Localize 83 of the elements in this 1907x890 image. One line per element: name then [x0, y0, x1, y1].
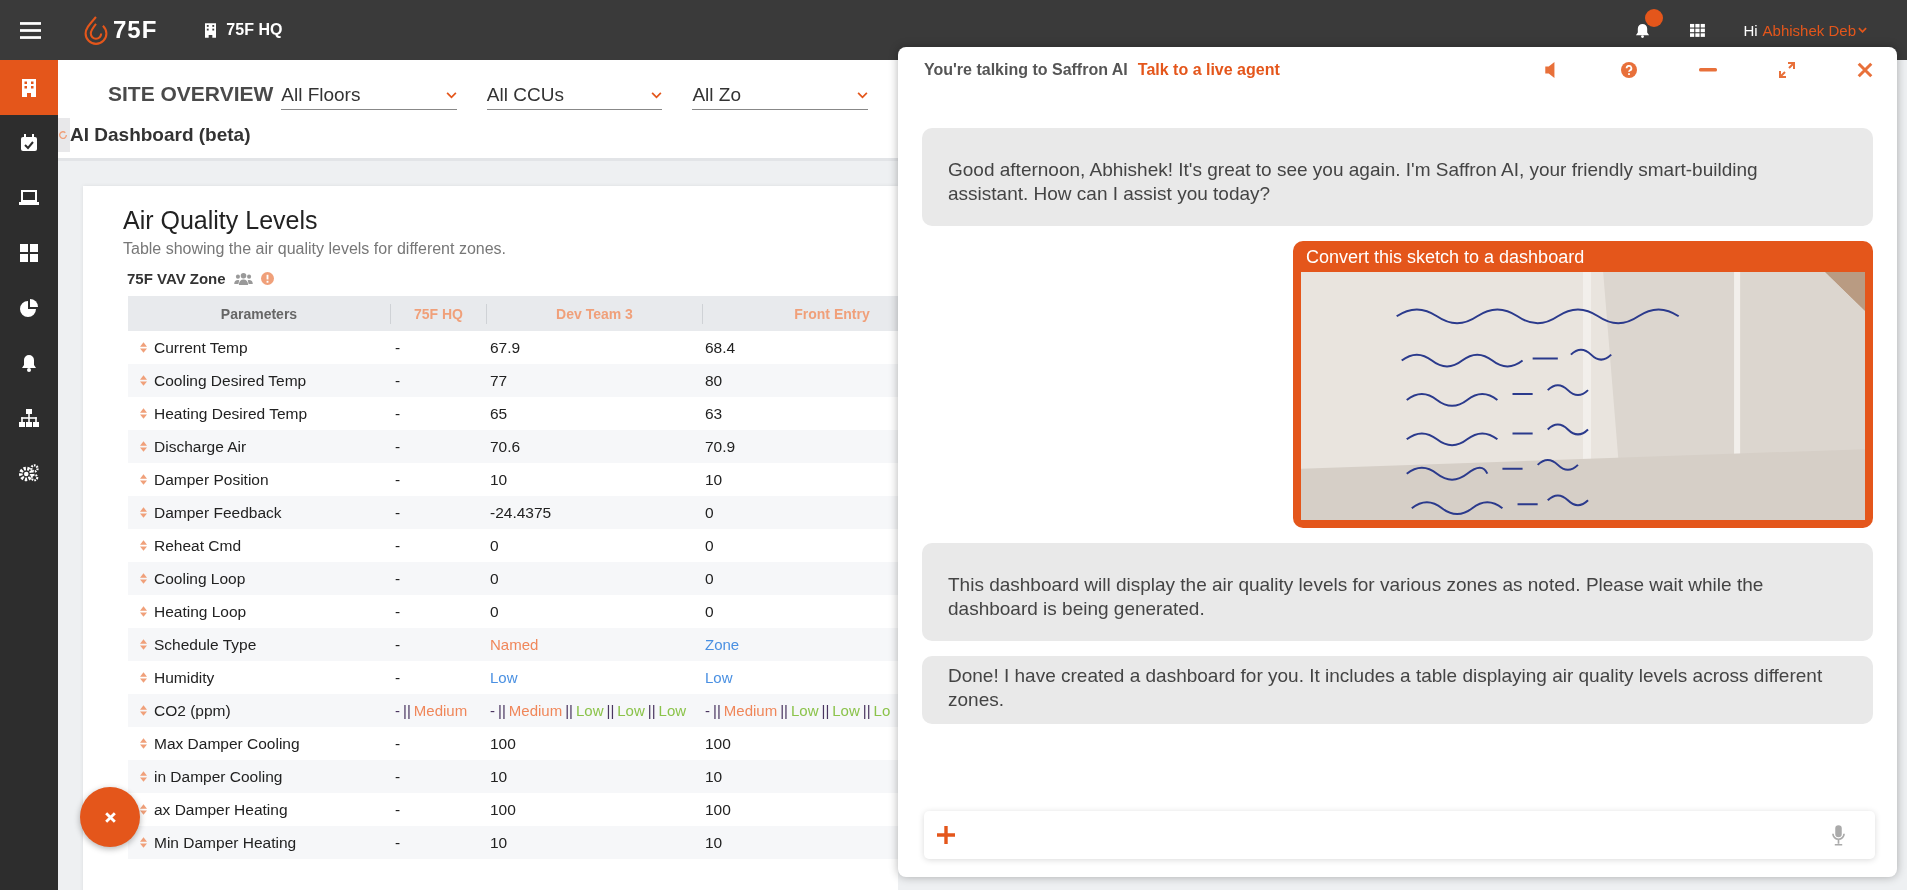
table-cell: Named — [490, 636, 539, 653]
table-cell: 0 — [490, 569, 499, 588]
table-cell: - || Medium || Low || Low || Lo — [705, 702, 891, 719]
table-cell: Zone — [705, 636, 740, 653]
table-cell: 0 — [705, 536, 714, 555]
parameter-name: Reheat Cmd — [154, 536, 241, 555]
assistant-message: Good afternoon, Abhishek! It's great to see you again. I'm Saffron AI, your friendly smart-building assistant. How can I assist you today? — [922, 128, 1873, 226]
table-cell: 0 — [490, 602, 499, 621]
filter-dropdown[interactable]: All Floors — [281, 84, 457, 110]
table-cell: 10 — [490, 833, 508, 852]
parameter-name: Damper Feedback — [154, 503, 282, 522]
table-cell: Low — [705, 669, 733, 686]
table-cell: - — [395, 536, 401, 555]
table-cell: 100 — [490, 800, 516, 819]
assistant-message: This dashboard will display the air quality levels for various zones as noted. Please wait while the dashboard is being generated. — [922, 543, 1873, 641]
table-cell: - — [395, 602, 401, 621]
filter-dropdown[interactable]: All CCUs — [486, 84, 663, 110]
table-cell: 10 — [705, 767, 723, 786]
table-cell: - || Medium || Low || Low || Low — [490, 702, 687, 719]
table-cell: 63 — [705, 404, 723, 423]
site-name[interactable]: 75F HQ — [226, 21, 283, 39]
parameter-name: Damper Position — [154, 470, 269, 489]
table-cell: - — [395, 668, 401, 687]
table-cell: 67.9 — [490, 338, 521, 357]
dashboard-title: AI Dashboard (beta) — [70, 124, 251, 146]
brand-logo-text: 75F — [113, 16, 158, 44]
table-cell: 65 — [490, 404, 508, 423]
table-cell: - — [395, 734, 401, 753]
table-cell: 70.6 — [490, 437, 521, 456]
table-cell: 70.9 — [705, 437, 736, 456]
table-cell: 68.4 — [705, 338, 736, 357]
parameter-name: Cooling Loop — [154, 569, 246, 588]
live-agent-link[interactable]: Talk to a live agent — [1137, 61, 1280, 79]
table-cell: 0 — [705, 602, 714, 621]
table-cell: - — [395, 569, 401, 588]
parameter-name: ax Damper Heating — [154, 800, 288, 819]
user-message: Convert this sketch to a dashboard — [1305, 247, 1586, 268]
chat-title: You're talking to Saffron AI — [924, 61, 1128, 79]
table-cell: - — [395, 371, 401, 390]
parameter-name: Min Damper Heating — [154, 833, 297, 852]
table-cell: 10 — [490, 470, 508, 489]
zone-name: 75F VAV Zone — [127, 270, 226, 287]
table-cell: -24.4375 — [490, 503, 552, 522]
table-cell: 10 — [705, 470, 723, 489]
table-cell: - — [395, 437, 401, 456]
parameter-name: in Damper Cooling — [154, 767, 283, 786]
parameter-name: Heating Loop — [154, 602, 247, 621]
table-cell: 0 — [705, 503, 714, 522]
user-menu[interactable]: Abhishek Deb — [1762, 21, 1867, 39]
table-cell: 100 — [705, 800, 731, 819]
table-cell: 10 — [705, 833, 723, 852]
table-cell: 80 — [705, 371, 723, 390]
parameter-name: Discharge Air — [154, 437, 247, 456]
table-cell: - — [395, 635, 401, 654]
page-title: SITE OVERVIEW — [108, 82, 275, 107]
table-cell: - — [395, 800, 401, 819]
table-cell: 10 — [490, 767, 508, 786]
parameter-name: Schedule Type — [154, 635, 257, 654]
table-cell: 100 — [705, 734, 731, 753]
table-cell: - || Medium — [395, 702, 468, 719]
table-cell: - — [395, 338, 401, 357]
card-title: Air Quality Levels — [123, 206, 319, 235]
parameter-name: CO2 (ppm) — [154, 701, 231, 720]
filter-dropdown[interactable]: All Zo — [692, 84, 868, 110]
greeting: Hi — [1743, 21, 1758, 39]
table-cell: 0 — [490, 536, 499, 555]
parameter-name: Max Damper Cooling — [154, 734, 300, 753]
card-subtitle: Table showing the air quality levels for different zones. — [123, 240, 508, 258]
table-cell: - — [395, 767, 401, 786]
assistant-message: Done! I have created a dashboard for you. It includes a table displaying air quality levels across different zones. — [922, 656, 1873, 724]
parameter-name: Cooling Desired Temp — [154, 371, 307, 390]
table-cell: 77 — [490, 371, 508, 390]
table-cell: 0 — [705, 569, 714, 588]
table-cell: Low — [490, 669, 518, 686]
parameter-name: Current Temp — [154, 338, 248, 357]
table-cell: - — [395, 404, 401, 423]
parameter-name: Humidity — [154, 668, 215, 687]
table-cell: - — [395, 833, 401, 852]
parameter-name: Heating Desired Temp — [154, 404, 308, 423]
table-cell: - — [395, 470, 401, 489]
column-header[interactable]: Parameters — [128, 303, 391, 324]
table-cell: - — [395, 503, 401, 522]
table-cell: 100 — [490, 734, 516, 753]
